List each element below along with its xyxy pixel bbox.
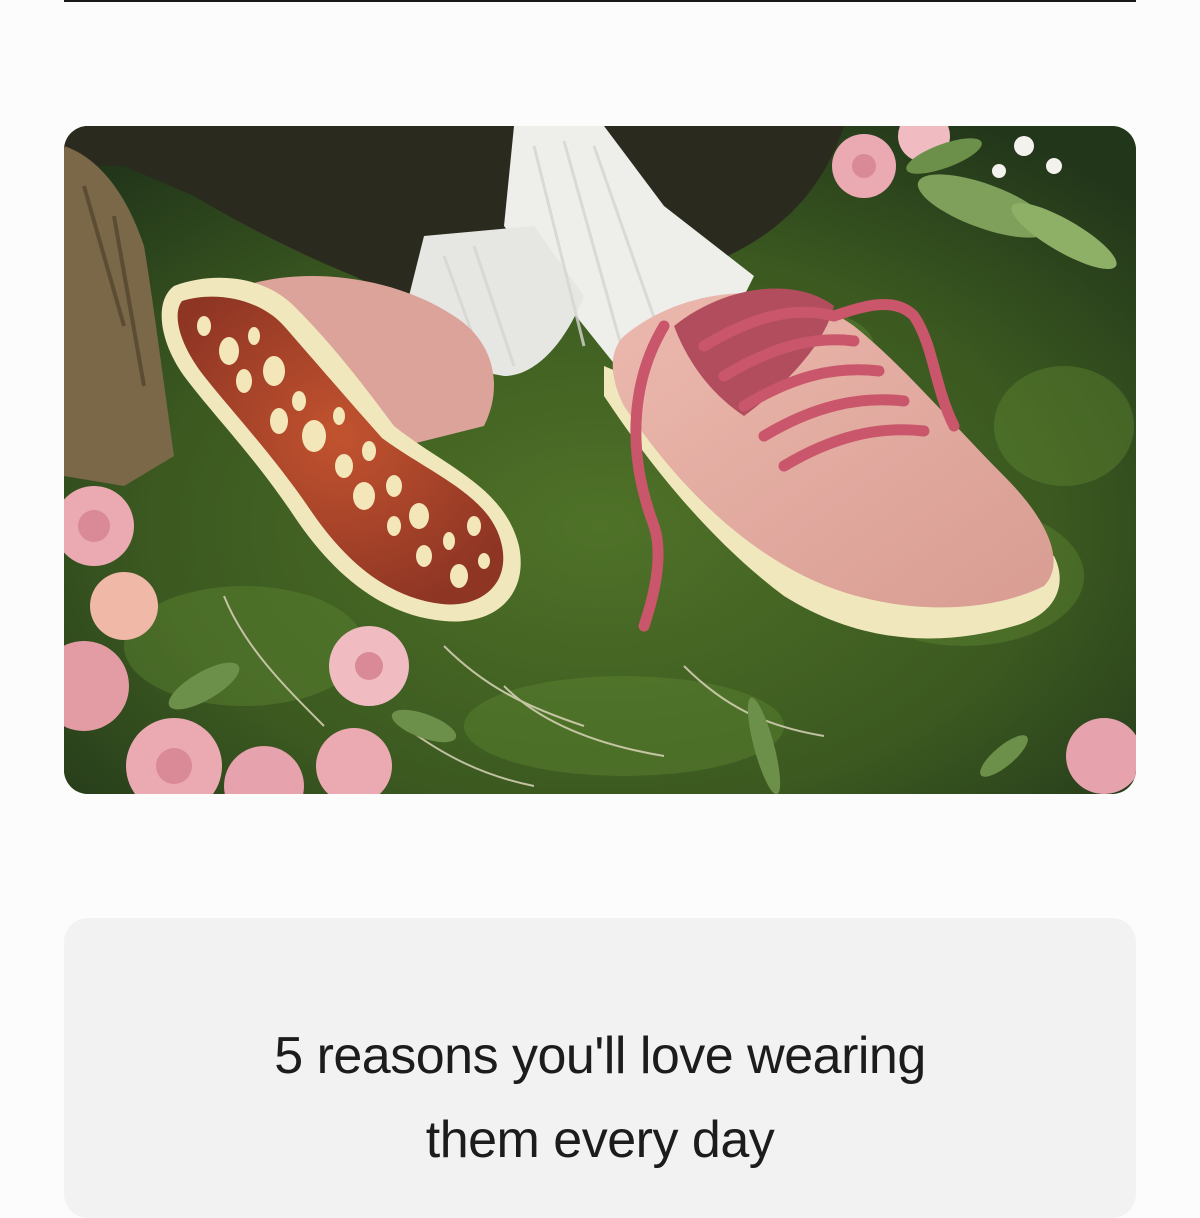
feature-headline: 5 reasons you'll love wearing them every… [64,1014,1136,1182]
hero-image [64,126,1136,794]
top-divider [64,0,1136,2]
headline-line-2: them every day [425,1111,775,1169]
feature-card: 5 reasons you'll love wearing them every… [64,918,1136,1218]
headline-line-1: 5 reasons you'll love wearing [274,1027,926,1085]
hero-illustration [64,126,1136,794]
